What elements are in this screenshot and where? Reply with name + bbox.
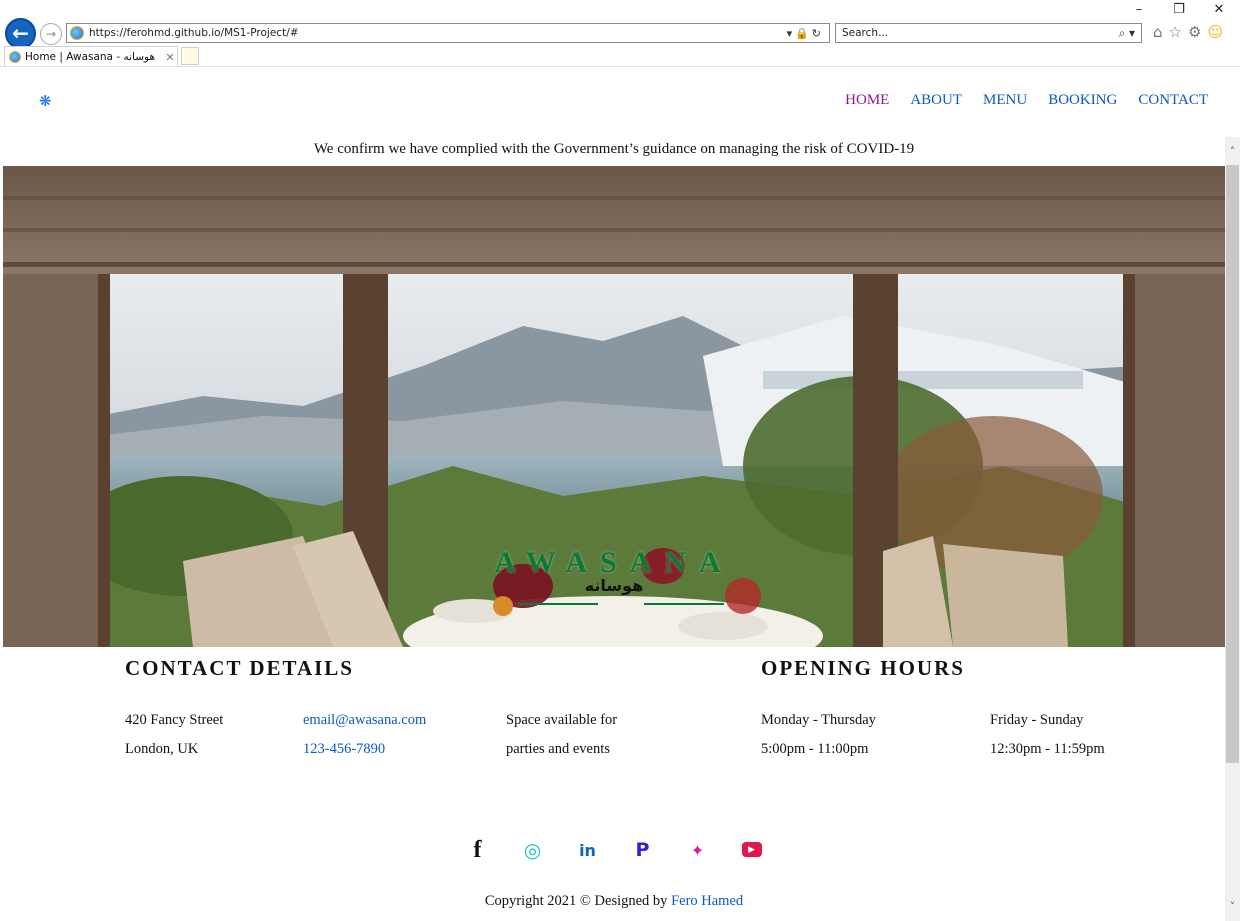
- tab-close-icon[interactable]: ✕: [163, 51, 177, 64]
- weekday-label: Monday - Thursday: [761, 712, 876, 728]
- feedback-smiley-icon[interactable]: ☺: [1207, 23, 1223, 41]
- address-bar[interactable]: https://ferohmd.github.io/MS1-Project/# …: [66, 23, 830, 43]
- nav-menu[interactable]: MENU: [983, 92, 1027, 109]
- close-window-button[interactable]: ✕: [1208, 2, 1230, 17]
- pinterest-icon[interactable]: P: [632, 839, 654, 861]
- restore-button[interactable]: ❐: [1168, 2, 1190, 17]
- instagram-icon[interactable]: ◎: [522, 838, 544, 862]
- opening-hours-heading: OPENING HOURS: [761, 656, 965, 680]
- address-line-2: London, UK: [125, 741, 199, 757]
- hero-image: AWASANA هوسانه: [3, 166, 1225, 647]
- contact-details-heading: CONTACT DETAILS: [125, 656, 354, 680]
- page-scrollbar[interactable]: ˄ ˅: [1225, 137, 1240, 921]
- new-tab-button[interactable]: [181, 47, 199, 65]
- covid-notice: We confirm we have complied with the Gov…: [313, 141, 915, 157]
- brand-logo-icon[interactable]: ❋: [39, 92, 52, 110]
- scroll-thumb[interactable]: [1226, 165, 1239, 763]
- hero-divider-right: [644, 603, 724, 605]
- scroll-up-icon[interactable]: ˄: [1225, 143, 1240, 160]
- phone-link[interactable]: 123-456-7890: [303, 741, 385, 758]
- designer-link[interactable]: Fero Hamed: [671, 893, 743, 909]
- search-box[interactable]: Search... ⌕ ▾: [835, 23, 1142, 43]
- address-line-1: 420 Fancy Street: [125, 712, 224, 728]
- space-available-line-2: parties and events: [506, 741, 610, 757]
- ie-logo-icon: [70, 26, 84, 40]
- favorites-star-icon[interactable]: ☆: [1169, 23, 1182, 41]
- linkedin-icon[interactable]: in: [577, 839, 599, 861]
- email-link[interactable]: email@awasana.com: [303, 712, 426, 729]
- copyright-footer: Copyright 2021 © Designed by Fero Hamed: [3, 893, 1225, 910]
- address-tools-icons[interactable]: ▾🔒↻: [787, 27, 829, 40]
- minimize-button[interactable]: –: [1128, 2, 1150, 17]
- main-navigation: HOME ABOUT MENU BOOKING CONTACT: [845, 92, 1208, 109]
- nav-contact[interactable]: CONTACT: [1138, 92, 1208, 109]
- weekday-hours: 5:00pm - 11:00pm: [761, 741, 869, 757]
- hero-title: AWASANA: [494, 546, 734, 579]
- search-input[interactable]: Search...: [836, 27, 1118, 39]
- tab-favicon-icon: [9, 51, 21, 63]
- nav-about[interactable]: ABOUT: [910, 92, 962, 109]
- nav-booking[interactable]: BOOKING: [1048, 92, 1117, 109]
- weekend-label: Friday - Sunday: [990, 712, 1084, 728]
- address-url[interactable]: https://ferohmd.github.io/MS1-Project/#: [89, 27, 787, 39]
- space-available-line-1: Space available for: [506, 712, 618, 728]
- web-page: ❋ HOME ABOUT MENU BOOKING CONTACT We con…: [3, 67, 1225, 921]
- twitter-icon[interactable]: ✦: [687, 839, 709, 861]
- nav-home[interactable]: HOME: [845, 92, 889, 109]
- social-links: f ◎ in P ✦ ▶: [3, 837, 1225, 863]
- toolbar-icons: ⌂ ☆ ⚙ ☺: [1153, 23, 1223, 41]
- browser-tab[interactable]: Home | Awasana - هوسانه ✕: [4, 46, 178, 67]
- browser-chrome: – ❐ ✕ ← → https://ferohmd.github.io/MS1-…: [0, 0, 1240, 67]
- tab-title: Home | Awasana - هوسانه: [25, 51, 155, 63]
- youtube-icon[interactable]: ▶: [741, 842, 762, 857]
- copyright-text: Copyright 2021 © Designed by: [484, 893, 672, 909]
- settings-gear-icon[interactable]: ⚙: [1188, 23, 1201, 41]
- home-icon[interactable]: ⌂: [1153, 23, 1163, 41]
- hero-divider-left: [518, 603, 598, 605]
- window-controls: – ❐ ✕: [1128, 2, 1230, 17]
- hero-subtitle: هوسانه: [584, 576, 644, 595]
- search-icon[interactable]: ⌕ ▾: [1118, 26, 1141, 41]
- back-arrow-icon[interactable]: ←: [5, 18, 36, 49]
- forward-arrow-icon[interactable]: →: [40, 23, 62, 45]
- scroll-down-icon[interactable]: ˅: [1225, 898, 1240, 915]
- weekend-hours: 12:30pm - 11:59pm: [990, 741, 1105, 757]
- facebook-icon[interactable]: f: [467, 837, 489, 863]
